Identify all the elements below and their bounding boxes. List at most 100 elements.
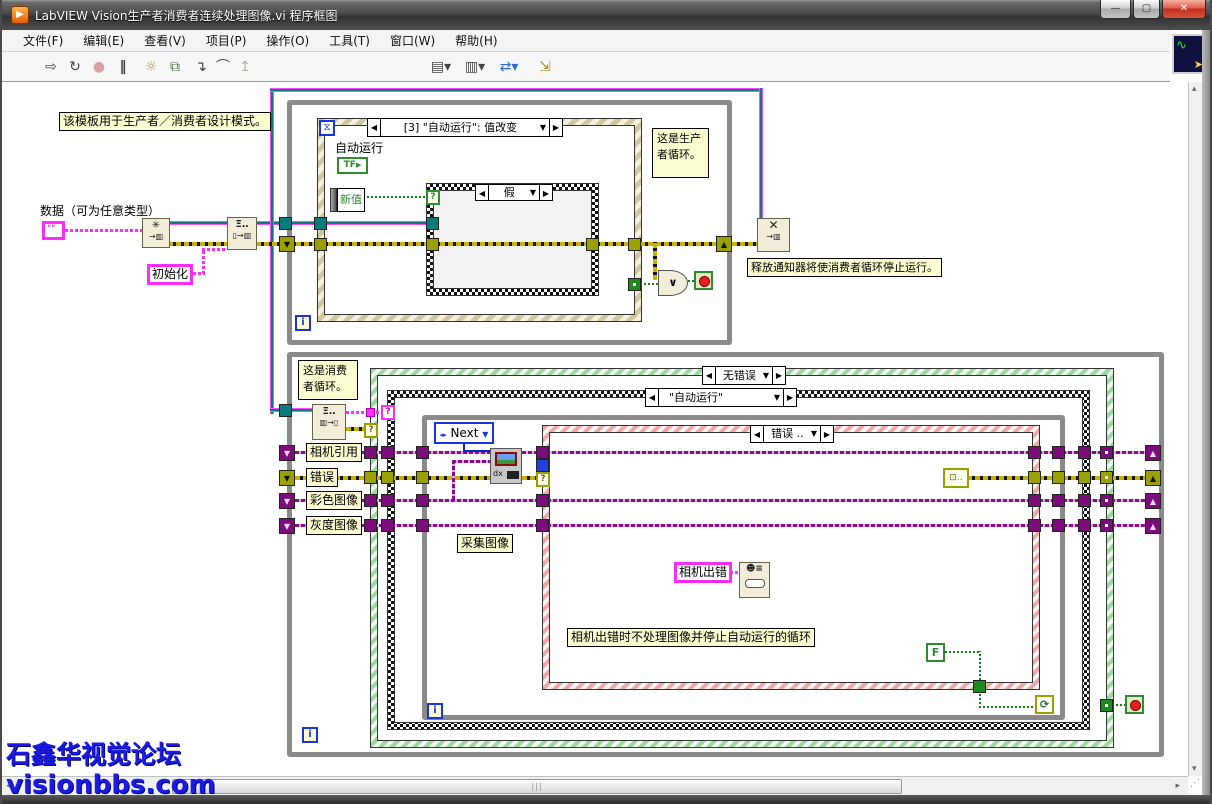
menu-window[interactable]: 窗口(W) [381,30,444,51]
case-header-autorun[interactable]: ◀ "自动运行" ▼ ▶ [645,388,797,407]
menu-view[interactable]: 查看(V) [135,30,195,51]
next-case-icon[interactable]: ▶ [549,119,562,136]
error-label[interactable]: 错误 [306,468,338,487]
case-dropdown-icon[interactable]: ▼ [530,185,539,200]
menu-edit[interactable]: 编辑(E) [74,30,133,51]
tunnel [1028,446,1041,459]
scroll-right-icon[interactable]: ▸ [1175,781,1180,791]
step-into-icon[interactable]: ↴ [190,56,212,78]
error-constant-node[interactable]: ⊡‥ [943,468,969,488]
menu-file[interactable]: 文件(F) [14,30,72,51]
distribute-objects-icon[interactable]: ▥▾ [464,56,486,78]
event-timeout-terminal[interactable]: ⧖ [319,120,335,136]
prev-case-icon[interactable]: ◀ [368,119,381,136]
camera-error-note[interactable]: 相机出错时不处理图像并停止自动运行的循环 [567,628,815,647]
scroll-down-icon[interactable]: ▾ [1192,764,1197,774]
acquire-image-label[interactable]: 采集图像 [457,534,513,553]
autorun-label[interactable]: 自动运行 [335,139,383,156]
iteration-terminal[interactable]: i [295,315,311,331]
prev-case-icon[interactable]: ◀ [751,426,764,442]
gray-image-label[interactable]: 灰度图像 [306,516,362,535]
vi-icon[interactable]: ∿ ➤ [1172,34,1206,74]
camera-error-string[interactable]: 相机出错 [674,562,732,583]
next-case-icon[interactable]: ▶ [820,426,833,442]
color-image-label[interactable]: 彩色图像 [306,491,362,510]
tunnel [536,446,549,459]
stop-button-terminal[interactable] [1125,695,1144,714]
block-diagram-canvas[interactable]: ▼ ▲ ? ▼ ▼ ▼ ▼ ? ? ? [2,82,1188,776]
next-case-icon[interactable]: ▶ [783,389,796,406]
wait-notification-node[interactable]: Ξ‥ ▥→▯ [312,404,346,440]
obtain-notifier-node[interactable]: ✳ →▥ [142,218,170,248]
highlight-execution-icon[interactable]: ☼ [140,56,162,78]
notifier-wire [270,88,274,414]
iteration-terminal[interactable]: i [427,703,443,719]
scroll-up-icon[interactable]: ▴ [1192,84,1197,94]
align-objects-icon[interactable]: ▤▾ [430,56,452,78]
tf-boolean-terminal[interactable]: TF▶ [337,157,368,174]
false-constant[interactable]: F [926,643,945,662]
template-note[interactable]: 该模板用于生产者／消费者设计模式。 [59,112,271,131]
case-header-no-error[interactable]: ◀ 无错误 ▼ ▶ [702,366,786,385]
case-dropdown-icon[interactable]: ▼ [763,367,772,384]
case-dropdown-icon[interactable]: ▼ [811,426,820,442]
scrollbar-thumb[interactable]: ||| [172,779,902,794]
next-enum-constant[interactable]: ◂▸ Next ▼ [434,422,494,444]
consumer-note[interactable]: 这是消费者循环。 [298,360,358,400]
release-note[interactable]: 释放通知器将使消费者循环停止运行。 [747,258,942,277]
prev-case-icon[interactable]: ◀ [646,389,659,406]
shift-register-left: ▼ [279,445,295,461]
next-case-icon[interactable]: ▶ [539,185,552,200]
vertical-scrollbar[interactable]: ▴ ▾ [1188,82,1202,776]
close-button[interactable]: ✕ [1162,0,1206,19]
menu-project[interactable]: 项目(P) [197,30,256,51]
run-continuous-button[interactable]: ↻ [64,56,86,78]
init-label[interactable]: 初始化 [147,264,193,285]
imaq-acquire-node[interactable]: dx [490,448,522,484]
tunnel [1028,494,1041,507]
minimize-button[interactable]: — [1100,0,1131,19]
string-control-terminal[interactable]: "" [42,221,65,240]
maximize-button[interactable]: ▢ [1133,0,1160,19]
step-out-icon[interactable]: ↥ [234,56,256,78]
prev-case-icon[interactable]: ◀ [703,367,716,384]
pause-button[interactable]: ‖ [112,56,134,78]
prev-case-icon[interactable]: ◀ [476,185,489,200]
tunnel [416,519,429,532]
producer-note[interactable]: 这是生产者循环。 [652,128,709,178]
stop-button-terminal[interactable] [694,271,713,290]
abort-button[interactable]: ● [88,56,110,78]
case-dropdown-icon[interactable]: ▼ [540,119,549,136]
case-dropdown-icon[interactable]: ▼ [774,389,783,406]
tunnel [381,446,394,459]
tunnel [381,519,394,532]
resize-grip-icon[interactable]: ⋰ [1190,778,1200,789]
notifier-wire [270,408,314,412]
step-over-icon[interactable]: ⌒ [212,56,234,78]
menu-help[interactable]: 帮助(H) [446,30,506,51]
reorder-icon[interactable]: ⇄▾ [498,56,520,78]
release-notifier-node[interactable]: ✕ →▥ [757,218,790,252]
cleanup-diagram-icon[interactable]: ⇲ [534,56,556,78]
tunnel [1028,471,1041,484]
boolean-wire [945,651,981,653]
camera-ref-label[interactable]: 相机引用 [306,443,362,462]
next-case-icon[interactable]: ▶ [772,367,785,384]
iteration-terminal[interactable]: i [302,727,318,743]
case-header-false[interactable]: ◀ 假 ▼ ▶ [475,184,553,201]
event-data-node[interactable]: 新值 [337,188,365,212]
tunnel [1028,519,1041,532]
one-button-dialog-node[interactable]: ☻≡ [739,562,770,598]
case-header-error[interactable]: ◀ 错误 .. ▼ ▶ [750,425,834,443]
run-button[interactable]: ⇨ [40,56,62,78]
send-notification-node[interactable]: Ξ‥ ▯→▥ [227,217,257,250]
data-label[interactable]: 数据（可为任意类型） [40,202,160,219]
event-structure-header[interactable]: ◀ [3] "自动运行": 值改变 ▼ ▶ [367,118,563,137]
menu-operate[interactable]: 操作(O) [257,30,318,51]
tunnel [1100,471,1113,484]
retain-wire-values-icon[interactable]: ⧉ [164,56,186,78]
continue-if-true-terminal[interactable]: ⟳ [1035,695,1054,714]
menu-tools[interactable]: 工具(T) [320,30,379,51]
tunnel [1100,494,1113,507]
title-bar[interactable]: ▶ LabVIEW Vision生产者消费者连续处理图像.vi 程序框图 — ▢… [2,0,1210,30]
